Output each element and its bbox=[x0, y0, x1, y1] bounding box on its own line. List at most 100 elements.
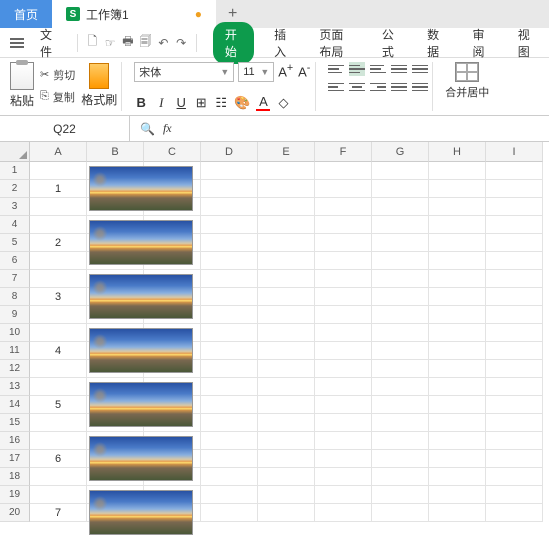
cell-E16[interactable] bbox=[258, 432, 315, 450]
save-icon[interactable]: 🗋 bbox=[86, 35, 100, 51]
cell-G15[interactable] bbox=[372, 414, 429, 432]
cell-A13[interactable] bbox=[30, 378, 87, 396]
align-left-button[interactable] bbox=[328, 80, 344, 94]
zoom-icon[interactable]: 🔍 bbox=[140, 122, 155, 136]
fx-icon[interactable]: fx bbox=[163, 121, 172, 136]
row-header-19[interactable]: 19 bbox=[0, 486, 30, 504]
cell-H15[interactable] bbox=[429, 414, 486, 432]
cell-F8[interactable] bbox=[315, 288, 372, 306]
cell-G1[interactable] bbox=[372, 162, 429, 180]
cell-E7[interactable] bbox=[258, 270, 315, 288]
embedded-image-7[interactable] bbox=[89, 490, 193, 535]
row-header-5[interactable]: 5 bbox=[0, 234, 30, 252]
cell-E20[interactable] bbox=[258, 504, 315, 522]
cell-G3[interactable] bbox=[372, 198, 429, 216]
cell-A1[interactable] bbox=[30, 162, 87, 180]
cell-A6[interactable] bbox=[30, 252, 87, 270]
cell-I3[interactable] bbox=[486, 198, 543, 216]
cell-F14[interactable] bbox=[315, 396, 372, 414]
align-bottom-button[interactable] bbox=[370, 62, 386, 76]
orientation-button[interactable] bbox=[412, 80, 428, 94]
cell-style-button[interactable]: ☷ bbox=[214, 95, 228, 111]
cell-I8[interactable] bbox=[486, 288, 543, 306]
cell-D17[interactable] bbox=[201, 450, 258, 468]
cell-G12[interactable] bbox=[372, 360, 429, 378]
cell-H17[interactable] bbox=[429, 450, 486, 468]
cell-G4[interactable] bbox=[372, 216, 429, 234]
cell-A9[interactable] bbox=[30, 306, 87, 324]
cell-F7[interactable] bbox=[315, 270, 372, 288]
underline-button[interactable]: U bbox=[174, 95, 188, 110]
cell-F6[interactable] bbox=[315, 252, 372, 270]
bold-button[interactable]: B bbox=[134, 95, 148, 110]
row-header-20[interactable]: 20 bbox=[0, 504, 30, 522]
row-header-7[interactable]: 7 bbox=[0, 270, 30, 288]
cell-F19[interactable] bbox=[315, 486, 372, 504]
cell-F2[interactable] bbox=[315, 180, 372, 198]
row-header-8[interactable]: 8 bbox=[0, 288, 30, 306]
cell-D2[interactable] bbox=[201, 180, 258, 198]
cell-I6[interactable] bbox=[486, 252, 543, 270]
cell-H12[interactable] bbox=[429, 360, 486, 378]
cell-A14[interactable]: 5 bbox=[30, 396, 87, 414]
embedded-image-3[interactable] bbox=[89, 274, 193, 319]
cell-G11[interactable] bbox=[372, 342, 429, 360]
col-header-I[interactable]: I bbox=[486, 142, 543, 162]
cell-I14[interactable] bbox=[486, 396, 543, 414]
cell-G8[interactable] bbox=[372, 288, 429, 306]
cell-I1[interactable] bbox=[486, 162, 543, 180]
cell-I20[interactable] bbox=[486, 504, 543, 522]
cell-H8[interactable] bbox=[429, 288, 486, 306]
cell-H11[interactable] bbox=[429, 342, 486, 360]
row-header-2[interactable]: 2 bbox=[0, 180, 30, 198]
align-right-button[interactable] bbox=[370, 80, 386, 94]
cell-H6[interactable] bbox=[429, 252, 486, 270]
merge-center-button[interactable]: 合并居中 bbox=[445, 62, 489, 100]
row-header-17[interactable]: 17 bbox=[0, 450, 30, 468]
format-painter-button[interactable]: 格式刷 bbox=[81, 63, 117, 108]
cell-D6[interactable] bbox=[201, 252, 258, 270]
cell-G2[interactable] bbox=[372, 180, 429, 198]
decrease-font-button[interactable]: A- bbox=[297, 62, 311, 82]
align-top-button[interactable] bbox=[328, 62, 344, 76]
cell-I2[interactable] bbox=[486, 180, 543, 198]
cell-A16[interactable] bbox=[30, 432, 87, 450]
cell-A7[interactable] bbox=[30, 270, 87, 288]
cell-A19[interactable] bbox=[30, 486, 87, 504]
cell-H14[interactable] bbox=[429, 396, 486, 414]
cell-D14[interactable] bbox=[201, 396, 258, 414]
cell-E10[interactable] bbox=[258, 324, 315, 342]
cell-D10[interactable] bbox=[201, 324, 258, 342]
print-icon[interactable]: 🖶 bbox=[121, 35, 135, 51]
cell-E4[interactable] bbox=[258, 216, 315, 234]
align-middle-button[interactable] bbox=[349, 62, 365, 76]
embedded-image-1[interactable] bbox=[89, 166, 193, 211]
cell-I7[interactable] bbox=[486, 270, 543, 288]
cell-A15[interactable] bbox=[30, 414, 87, 432]
row-header-12[interactable]: 12 bbox=[0, 360, 30, 378]
cell-A5[interactable]: 2 bbox=[30, 234, 87, 252]
cell-D16[interactable] bbox=[201, 432, 258, 450]
embedded-image-4[interactable] bbox=[89, 328, 193, 373]
row-header-10[interactable]: 10 bbox=[0, 324, 30, 342]
cell-I4[interactable] bbox=[486, 216, 543, 234]
col-header-B[interactable]: B bbox=[87, 142, 144, 162]
cell-I12[interactable] bbox=[486, 360, 543, 378]
cell-F3[interactable] bbox=[315, 198, 372, 216]
cell-H1[interactable] bbox=[429, 162, 486, 180]
cell-E3[interactable] bbox=[258, 198, 315, 216]
col-header-G[interactable]: G bbox=[372, 142, 429, 162]
cell-I13[interactable] bbox=[486, 378, 543, 396]
increase-font-button[interactable]: A+ bbox=[278, 62, 293, 82]
col-header-A[interactable]: A bbox=[30, 142, 87, 162]
cell-G5[interactable] bbox=[372, 234, 429, 252]
row-header-9[interactable]: 9 bbox=[0, 306, 30, 324]
col-header-H[interactable]: H bbox=[429, 142, 486, 162]
cell-I15[interactable] bbox=[486, 414, 543, 432]
cell-F20[interactable] bbox=[315, 504, 372, 522]
cell-H2[interactable] bbox=[429, 180, 486, 198]
col-header-F[interactable]: F bbox=[315, 142, 372, 162]
cut-button[interactable]: ✂剪切 bbox=[40, 67, 75, 83]
cell-D18[interactable] bbox=[201, 468, 258, 486]
cell-I17[interactable] bbox=[486, 450, 543, 468]
